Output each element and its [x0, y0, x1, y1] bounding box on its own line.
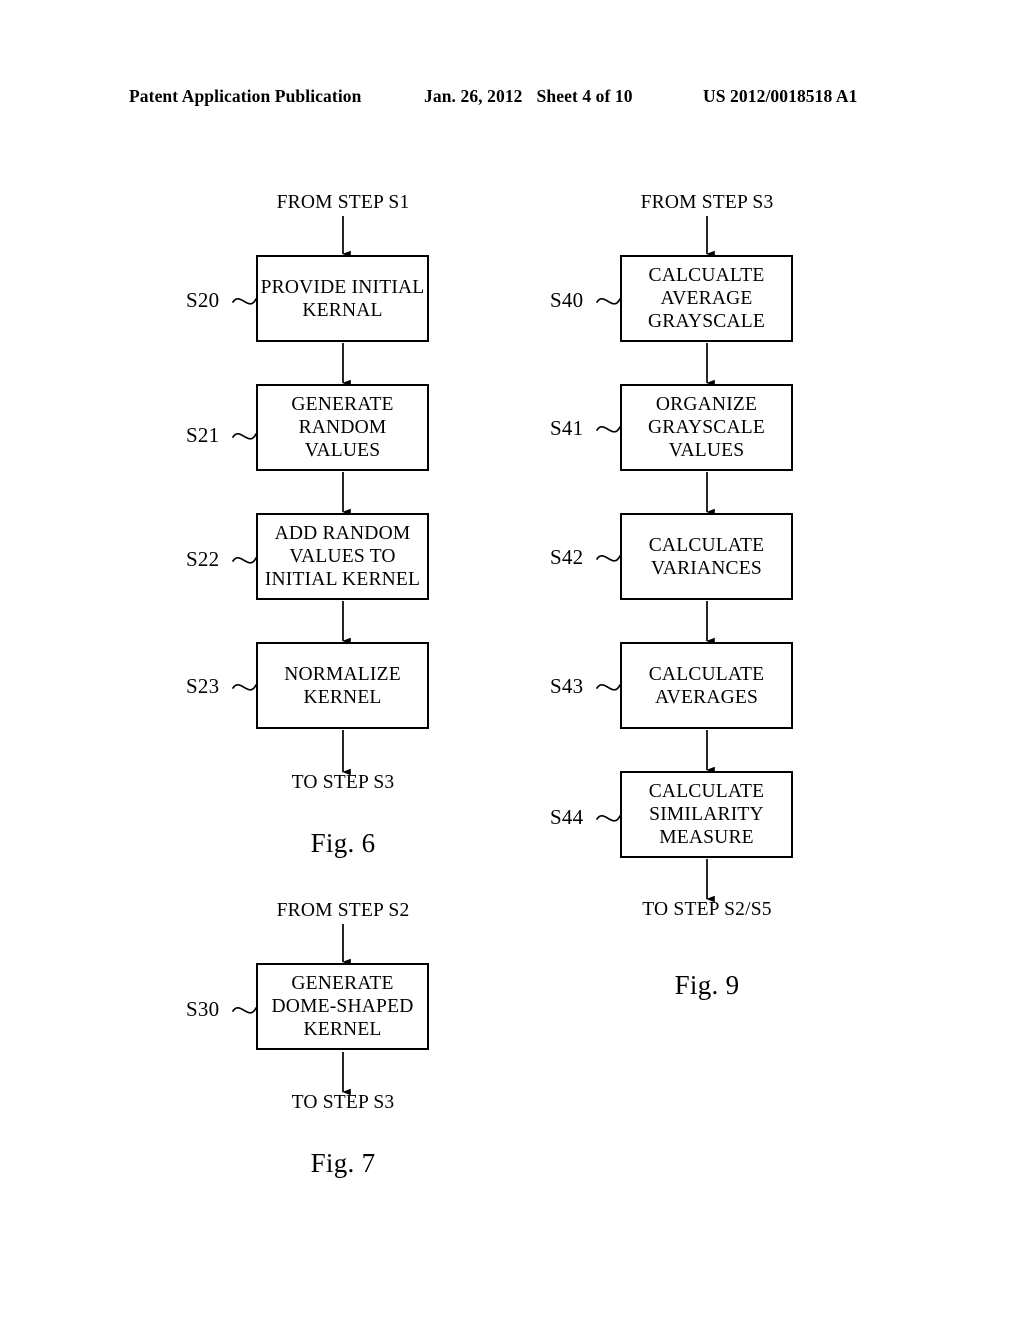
- fig6-step-text-s23: NORMALIZE KERNEL: [284, 663, 401, 708]
- fig9-step-text-s41: ORGANIZE GRAYSCALE VALUES: [647, 394, 766, 461]
- fig9-step-ref-s40: S40: [550, 288, 584, 312]
- fig6-step-box-s22: ADD RANDOM VALUES TO INITIAL KERNEL: [256, 513, 429, 600]
- fig9-exit-label: TO STEP S2/S5: [642, 899, 772, 920]
- fig9-step-ref-s41: S41: [550, 416, 584, 440]
- fig9-step-text-s40: CALCUALTE AVERAGE GRAYSCALE: [647, 265, 766, 332]
- fig6-step-ref-s20: S20: [186, 288, 220, 312]
- fig9-step-ref-s44: S44: [550, 805, 584, 829]
- fig9-step-box-s43: CALCULATE AVERAGES: [620, 642, 793, 729]
- fig7-entry-label: FROM STEP S2: [276, 900, 410, 921]
- figure-sheet: FROM STEP S1 PROVIDE INITIAL KERNAL S20 …: [0, 0, 1024, 1320]
- fig6-step-ref-s23: S23: [186, 674, 220, 698]
- fig6-step-text-s20: PROVIDE INITIAL KERNAL: [260, 276, 425, 321]
- fig9-step-box-s44: CALCULATE SIMILARITY MEASURE: [620, 771, 793, 858]
- fig9-step-text-s42: CALCULATE VARIANCES: [648, 534, 765, 579]
- fig9-step-box-s40: CALCUALTE AVERAGE GRAYSCALE: [620, 255, 793, 342]
- fig6-step-ref-s22: S22: [186, 547, 220, 571]
- fig7-exit-label: TO STEP S3: [291, 1092, 395, 1113]
- fig7-caption: Fig. 7: [310, 1148, 376, 1178]
- fig9-step-text-s43: CALCULATE AVERAGES: [648, 663, 765, 708]
- flowchart-connectors: [232, 216, 1024, 1320]
- fig9-step-text-s44: CALCULATE SIMILARITY MEASURE: [648, 781, 765, 848]
- fig6-exit-label: TO STEP S3: [291, 772, 395, 793]
- fig6-caption: Fig. 6: [310, 828, 376, 858]
- fig9-entry-label: FROM STEP S3: [640, 192, 774, 213]
- fig7-step-text-s30: GENERATE DOME-SHAPED KERNEL: [271, 973, 414, 1040]
- fig6-step-box-s21: GENERATE RANDOM VALUES: [256, 384, 429, 471]
- fig7-step-ref-s30: S30: [186, 997, 220, 1021]
- fig9-caption: Fig. 9: [674, 970, 740, 1000]
- fig6-entry-label: FROM STEP S1: [276, 192, 410, 213]
- fig6-step-ref-s21: S21: [186, 423, 220, 447]
- fig9-step-box-s41: ORGANIZE GRAYSCALE VALUES: [620, 384, 793, 471]
- fig6-step-text-s22: ADD RANDOM VALUES TO INITIAL KERNEL: [264, 523, 421, 590]
- fig7-step-box-s30: GENERATE DOME-SHAPED KERNEL: [256, 963, 429, 1050]
- fig6-step-box-s20: PROVIDE INITIAL KERNAL: [256, 255, 429, 342]
- fig6-step-box-s23: NORMALIZE KERNEL: [256, 642, 429, 729]
- fig6-step-text-s21: GENERATE RANDOM VALUES: [291, 394, 394, 461]
- fig9-step-ref-s42: S42: [550, 545, 584, 569]
- fig9-step-ref-s43: S43: [550, 674, 584, 698]
- fig9-step-box-s42: CALCULATE VARIANCES: [620, 513, 793, 600]
